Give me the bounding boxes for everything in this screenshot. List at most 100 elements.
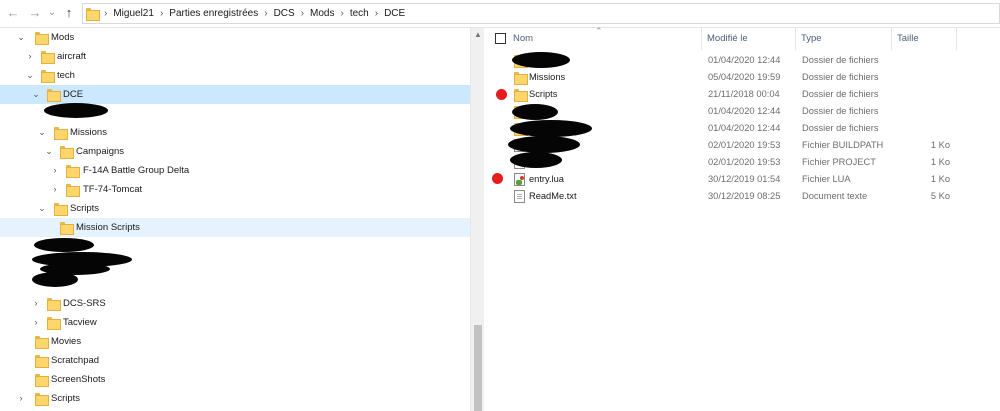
tree-item-label: DCE	[63, 89, 84, 100]
chevron-down-icon[interactable]: ⌄	[25, 66, 35, 85]
folder-icon	[86, 8, 100, 21]
tree-item-scripts-root[interactable]: › Scripts	[0, 389, 470, 408]
tree-item-movies[interactable]: Movies	[0, 332, 470, 351]
up-arrow-icon[interactable]: ↑	[62, 5, 76, 21]
tree-item-label: F-14A Battle Group Delta	[83, 165, 190, 176]
breadcrumb-separator-icon[interactable]: ›	[160, 8, 163, 19]
back-arrow-icon[interactable]: ←	[6, 5, 20, 21]
breadcrumb-separator-icon[interactable]: ›	[375, 8, 378, 19]
tree-item-label: aircraft	[57, 51, 87, 62]
tree-item-label: Scratchpad	[51, 355, 100, 366]
tree-item-mods[interactable]: ⌄ Mods	[0, 28, 470, 47]
tree-item-dcs-srs[interactable]: › DCS-SRS	[0, 294, 470, 313]
text-file-icon	[514, 190, 525, 203]
breadcrumb-item[interactable]: DCE	[384, 8, 405, 19]
file-type: Dossier de fichiers	[802, 55, 879, 65]
breadcrumb-item[interactable]: DCS	[274, 8, 295, 19]
folder-icon	[54, 127, 68, 140]
folder-icon	[35, 355, 49, 368]
file-type: Document texte	[802, 191, 868, 201]
tree-item-f14a-battle-group-delta[interactable]: › F-14A Battle Group Delta	[0, 161, 470, 180]
file-row[interactable]: entry.lua 30/12/2019 01:54 Fichier LUA 1…	[484, 171, 1000, 188]
select-all-checkbox[interactable]	[495, 33, 506, 44]
tree-item-label: Mission Scripts	[76, 222, 140, 233]
chevron-right-icon[interactable]: ›	[25, 47, 35, 66]
file-date: 01/04/2020 12:44	[708, 55, 781, 65]
redaction-mark	[44, 103, 108, 118]
tree-item-screenshots[interactable]: ScreenShots	[0, 370, 470, 389]
file-type: Dossier de fichiers	[802, 89, 879, 99]
file-size: 1 Ko	[930, 140, 950, 150]
redaction-mark	[510, 152, 562, 168]
tree-item-aircraft[interactable]: › aircraft	[0, 47, 470, 66]
file-row[interactable]: 02/01/2020 19:53 Fichier PROJECT 1 Ko	[484, 154, 1000, 171]
chevron-right-icon[interactable]: ›	[50, 161, 60, 180]
chevron-right-icon[interactable]: ›	[31, 313, 41, 332]
file-name: entry.lua	[529, 174, 564, 184]
tree-item-scratchpad[interactable]: Scratchpad	[0, 351, 470, 370]
folder-icon	[514, 89, 528, 102]
scroll-up-arrow-icon[interactable]: ▲	[471, 30, 485, 39]
file-row[interactable]: Missions 05/04/2020 19:59 Dossier de fic…	[484, 69, 1000, 86]
column-size[interactable]: Taille	[892, 28, 957, 50]
chevron-right-icon[interactable]: ›	[31, 294, 41, 313]
redaction-mark	[512, 104, 558, 120]
tree-item-campaigns[interactable]: ⌄ Campaigns	[0, 142, 470, 161]
folder-icon	[47, 317, 61, 330]
chevron-down-icon[interactable]: ⌄	[44, 142, 54, 161]
chevron-down-icon[interactable]: ⌄	[37, 123, 47, 142]
redaction-mark	[512, 52, 570, 68]
forward-arrow-icon[interactable]: →	[28, 5, 42, 21]
recent-locations-chevron-icon[interactable]: ⌄	[45, 5, 59, 21]
file-row[interactable]: ReadMe.txt 30/12/2019 08:25 Document tex…	[484, 188, 1000, 205]
breadcrumb-item[interactable]: Miguel21	[113, 8, 154, 19]
chevron-right-icon[interactable]: ›	[16, 389, 26, 408]
column-header: ⌃ Nom Modifié le Type Taille	[484, 26, 1000, 50]
breadcrumb-separator-icon[interactable]: ›	[301, 8, 304, 19]
breadcrumb-separator-icon[interactable]: ›	[340, 8, 343, 19]
breadcrumb-item[interactable]: Mods	[310, 8, 334, 19]
tree-item-scripts[interactable]: ⌄ Scripts	[0, 199, 470, 218]
tree-item-tech[interactable]: ⌄ tech	[0, 66, 470, 85]
chevron-right-icon[interactable]: ›	[50, 180, 60, 199]
folder-icon	[35, 393, 49, 406]
file-date: 05/04/2020 19:59	[708, 72, 781, 82]
breadcrumb-separator-icon[interactable]: ›	[264, 8, 267, 19]
tree-scrollbar[interactable]: ▲	[470, 28, 484, 411]
tree-item-mission-scripts[interactable]: Mission Scripts	[0, 218, 470, 237]
folder-icon	[66, 165, 80, 178]
folder-icon	[47, 298, 61, 311]
address-input[interactable]: › Miguel21 › Parties enregistrées › DCS …	[82, 3, 1000, 24]
file-date: 02/01/2020 19:53	[708, 157, 781, 167]
tree-item-tacview[interactable]: › Tacview	[0, 313, 470, 332]
tree-item-tf74-tomcat[interactable]: › TF-74-Tomcat	[0, 180, 470, 199]
column-name[interactable]: Nom	[508, 28, 702, 50]
breadcrumb-item[interactable]: tech	[350, 8, 369, 19]
breadcrumb-item[interactable]: Parties enregistrées	[169, 8, 258, 19]
file-name: Scripts	[529, 89, 558, 99]
chevron-down-icon[interactable]: ⌄	[31, 85, 41, 104]
file-date: 01/04/2020 12:44	[708, 123, 781, 133]
file-list: ⌃ Nom Modifié le Type Taille 01/04/2020 …	[484, 26, 1000, 411]
folder-icon	[60, 146, 74, 159]
chevron-down-icon[interactable]: ⌄	[16, 28, 26, 47]
tree-item-label: Scripts	[51, 393, 81, 404]
file-row[interactable]: Scripts 21/11/2018 00:04 Dossier de fich…	[484, 86, 1000, 103]
folder-icon	[41, 51, 55, 64]
tree-item-missions[interactable]: ⌄ Missions	[0, 123, 470, 142]
red-dot-marker	[492, 173, 503, 184]
navigation-tree: ⌄ Mods › aircraft ⌄ tech ⌄ DCE ⌄ Mission…	[0, 28, 470, 411]
scrollbar-thumb[interactable]	[474, 325, 482, 411]
file-name: Missions	[529, 72, 566, 82]
lua-file-icon	[514, 173, 525, 186]
file-date: 01/04/2020 12:44	[708, 106, 781, 116]
redaction-mark	[34, 238, 94, 252]
column-modified[interactable]: Modifié le	[702, 28, 796, 50]
tree-item-label: tech	[57, 70, 75, 81]
tree-item-dce[interactable]: ⌄ DCE	[0, 85, 470, 104]
column-type[interactable]: Type	[796, 28, 892, 50]
file-row[interactable]: 01/04/2020 12:44 Dossier de fichiers	[484, 103, 1000, 120]
tree-item-label: Mods	[51, 32, 75, 43]
chevron-down-icon[interactable]: ⌄	[37, 199, 47, 218]
redaction-mark	[510, 120, 592, 137]
